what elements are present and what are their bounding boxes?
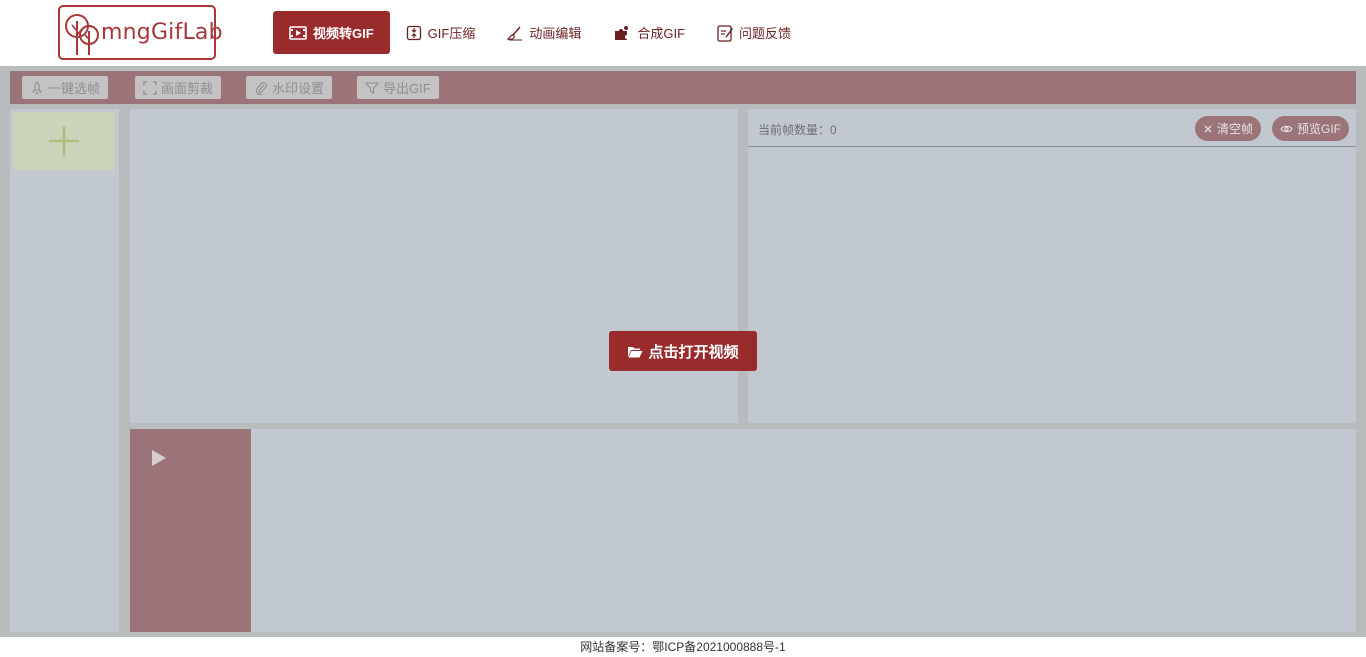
clear-frames-label: 清空帧 — [1217, 122, 1254, 136]
tool-label: 一键选帧 — [48, 81, 101, 96]
video-list-panel — [10, 109, 119, 632]
site-logo[interactable]: mngGifLab — [58, 5, 223, 60]
logo-text: mngGifLab — [101, 20, 223, 45]
timeline-controls — [130, 429, 251, 632]
frame-count: 当前帧数量：0 — [758, 121, 837, 138]
crop-icon — [143, 80, 157, 95]
preview-gif-button[interactable]: 预览GIF — [1272, 116, 1349, 141]
frame-count-label: 当前帧数量： — [758, 123, 831, 137]
eye-icon — [1280, 125, 1293, 132]
clear-frames-button[interactable]: 清空帧 — [1195, 116, 1262, 141]
workspace: 一键选帧 画面剪裁 水印设置 导出GIF 当前帧数量：0 清空帧 预览GIF 点… — [0, 66, 1366, 637]
footer-icp[interactable]: 网站备案号：鄂ICP备2021000888号-1 — [0, 637, 1366, 657]
close-icon — [1204, 125, 1212, 132]
nav-label: 视频转GIF — [313, 26, 374, 41]
crop-button[interactable]: 画面剪裁 — [135, 76, 222, 99]
brush-icon — [507, 26, 523, 40]
nav-video-to-gif[interactable]: 视频转GIF — [273, 11, 390, 54]
paperclip-icon — [255, 81, 267, 95]
main-nav: 视频转GIF GIF压缩 动画编辑 合成GIF 问题反馈 — [273, 11, 807, 54]
nav-label: 合成GIF — [637, 26, 686, 41]
filter-icon — [365, 81, 379, 94]
nav-compose-gif[interactable]: 合成GIF — [597, 11, 701, 54]
nav-feedback[interactable]: 问题反馈 — [701, 11, 807, 54]
nav-label: GIF压缩 — [427, 26, 476, 41]
plus-icon — [49, 126, 79, 156]
auto-select-frames-button[interactable]: 一键选帧 — [22, 76, 109, 99]
rocket-icon — [31, 80, 43, 95]
film-icon — [289, 25, 307, 40]
watermark-button[interactable]: 水印设置 — [246, 76, 333, 99]
feedback-icon — [717, 24, 734, 42]
video-preview-panel — [130, 109, 738, 423]
frames-panel: 当前帧数量：0 清空帧 预览GIF — [748, 109, 1356, 423]
play-icon[interactable] — [150, 448, 170, 468]
frames-header: 当前帧数量：0 清空帧 预览GIF — [748, 109, 1356, 147]
preview-gif-label: 预览GIF — [1297, 122, 1341, 136]
tool-label: 导出GIF — [383, 81, 431, 96]
nav-gif-compress[interactable]: GIF压缩 — [390, 11, 492, 54]
timeline-panel — [130, 429, 1356, 632]
tool-label: 画面剪裁 — [161, 81, 214, 96]
nav-label: 动画编辑 — [529, 26, 582, 41]
top-header: mngGifLab 视频转GIF GIF压缩 动画编辑 合成GIF 问题反馈 — [0, 0, 1366, 66]
export-gif-button[interactable]: 导出GIF — [357, 76, 439, 99]
compress-icon — [406, 25, 421, 40]
nav-animation-edit[interactable]: 动画编辑 — [491, 11, 597, 54]
open-video-button[interactable]: 点击打开视频 — [609, 331, 757, 371]
add-video-button[interactable] — [13, 112, 115, 170]
folder-open-icon — [628, 346, 643, 357]
puzzle-icon — [615, 25, 629, 40]
frame-count-value: 0 — [830, 123, 837, 137]
nav-label: 问题反馈 — [739, 26, 792, 41]
open-video-label: 点击打开视频 — [648, 343, 739, 361]
tool-label: 水印设置 — [272, 81, 325, 96]
tree-logo-icon — [65, 14, 99, 55]
